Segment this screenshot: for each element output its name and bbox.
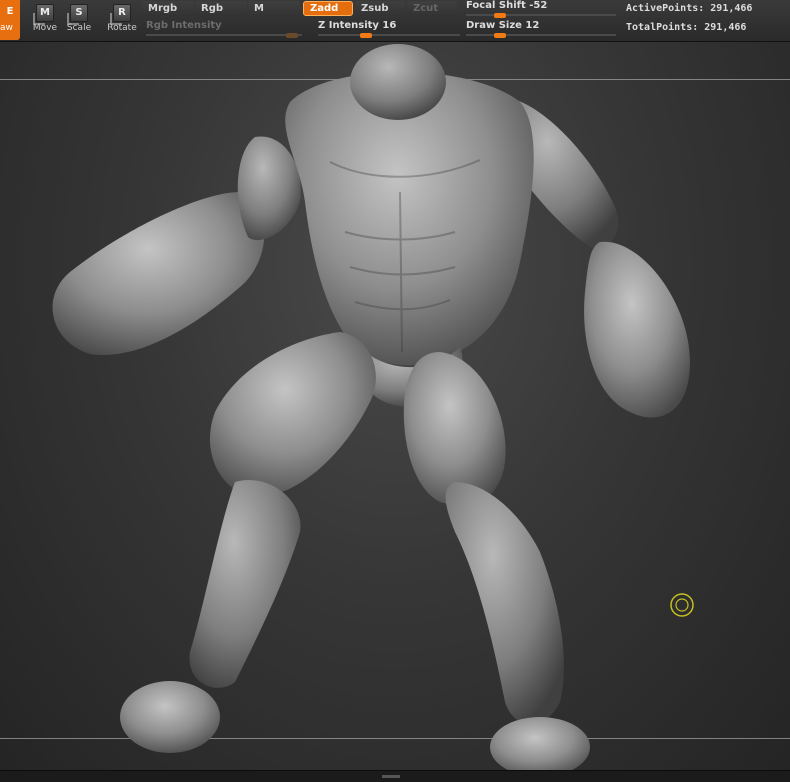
active-points-readout: ActivePoints: 291,466 xyxy=(626,3,753,14)
rgb-intensity-track xyxy=(146,34,302,36)
left-shin xyxy=(189,480,301,688)
total-points-readout: TotalPoints: 291,466 xyxy=(626,22,747,33)
move-label: Move xyxy=(32,23,58,33)
move-icon: M xyxy=(33,4,54,25)
rgb-intensity-label: Rgb Intensity xyxy=(146,20,222,31)
right-foot xyxy=(490,717,590,777)
focal-shift-label: Focal Shift -52 xyxy=(466,0,548,11)
bottom-shelf xyxy=(0,770,790,782)
scale-button[interactable]: S Scale xyxy=(60,0,98,40)
focal-shift-track xyxy=(466,14,616,16)
document-canvas[interactable] xyxy=(0,42,790,782)
right-forearm xyxy=(584,241,690,418)
draw-size-label: Draw Size 12 xyxy=(466,20,540,31)
left-upper-arm xyxy=(237,136,301,241)
draw-icon: E xyxy=(6,6,14,17)
draw-size-slider[interactable]: Draw Size 12 xyxy=(466,20,616,38)
sculpt-model[interactable] xyxy=(0,42,790,782)
right-shin xyxy=(445,482,564,725)
m-button[interactable]: M xyxy=(248,1,300,16)
focal-shift-thumb[interactable] xyxy=(494,13,506,18)
rgb-intensity-thumb[interactable] xyxy=(286,33,298,38)
draw-button[interactable]: E aw xyxy=(0,0,20,40)
z-intensity-track xyxy=(318,34,460,36)
rotate-icon: R xyxy=(110,4,131,25)
focal-shift-slider[interactable]: Focal Shift -52 xyxy=(466,0,616,18)
scale-label: Scale xyxy=(66,23,92,33)
rgb-button[interactable]: Rgb xyxy=(195,1,247,16)
zadd-button[interactable]: Zadd xyxy=(303,1,353,16)
z-intensity-slider[interactable]: Z Intensity 16 xyxy=(318,20,460,38)
shelf-handle[interactable] xyxy=(382,775,400,778)
left-forearm xyxy=(52,192,265,356)
left-thigh xyxy=(209,332,376,497)
top-toolbar: E aw M Move S Scale R Rotate Mrgb Rgb M … xyxy=(0,0,790,42)
draw-label: aw xyxy=(0,23,13,33)
rgb-intensity-slider[interactable]: Rgb Intensity xyxy=(146,20,302,38)
head xyxy=(350,44,446,120)
z-intensity-label: Z Intensity 16 xyxy=(318,20,397,31)
zcut-button[interactable]: Zcut xyxy=(407,1,457,16)
rotate-button[interactable]: R Rotate xyxy=(103,0,141,40)
draw-size-thumb[interactable] xyxy=(494,33,506,38)
z-intensity-thumb[interactable] xyxy=(360,33,372,38)
rotate-label: Rotate xyxy=(107,23,137,33)
left-foot xyxy=(120,681,220,753)
move-button[interactable]: M Move xyxy=(26,0,64,40)
draw-size-track xyxy=(466,34,616,36)
scale-icon: S xyxy=(67,4,88,25)
brush-cursor-icon xyxy=(670,593,694,617)
zsub-button[interactable]: Zsub xyxy=(355,1,405,16)
mrgb-button[interactable]: Mrgb xyxy=(142,1,194,16)
